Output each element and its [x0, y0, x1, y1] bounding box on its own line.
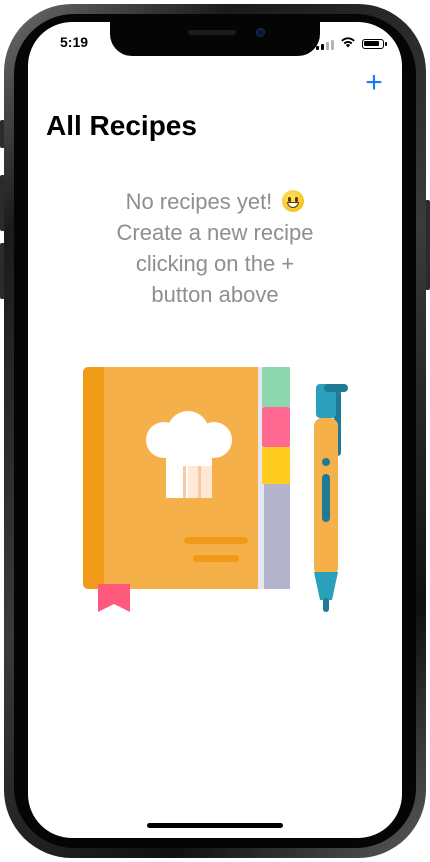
device-frame: 5:19 + All Recipes No recipes yet! Creat…	[0, 0, 430, 862]
empty-state-line-2: Create a new recipe	[116, 220, 314, 245]
status-time: 5:19	[60, 34, 89, 50]
notch	[110, 22, 320, 56]
cellular-signal-icon	[316, 39, 334, 50]
page-title: All Recipes	[46, 110, 197, 141]
recipe-book-illustration	[83, 367, 348, 612]
empty-state-line-4: button above	[151, 282, 279, 307]
home-indicator[interactable]	[147, 823, 283, 828]
empty-state-message: No recipes yet! Create a new recipe clic…	[75, 186, 355, 310]
battery-icon	[362, 39, 387, 49]
wifi-icon	[340, 35, 356, 53]
status-icons	[316, 35, 387, 53]
empty-state-line-1: No recipes yet!	[125, 189, 273, 214]
speaker-grille	[188, 30, 236, 35]
grinning-face-icon	[282, 190, 305, 212]
front-camera	[256, 28, 265, 37]
pen-icon	[314, 384, 348, 612]
add-recipe-button[interactable]: +	[362, 68, 386, 98]
empty-state-line-3: clicking on the +	[135, 251, 295, 276]
app-screen: 5:19 + All Recipes No recipes yet! Creat…	[28, 22, 402, 838]
